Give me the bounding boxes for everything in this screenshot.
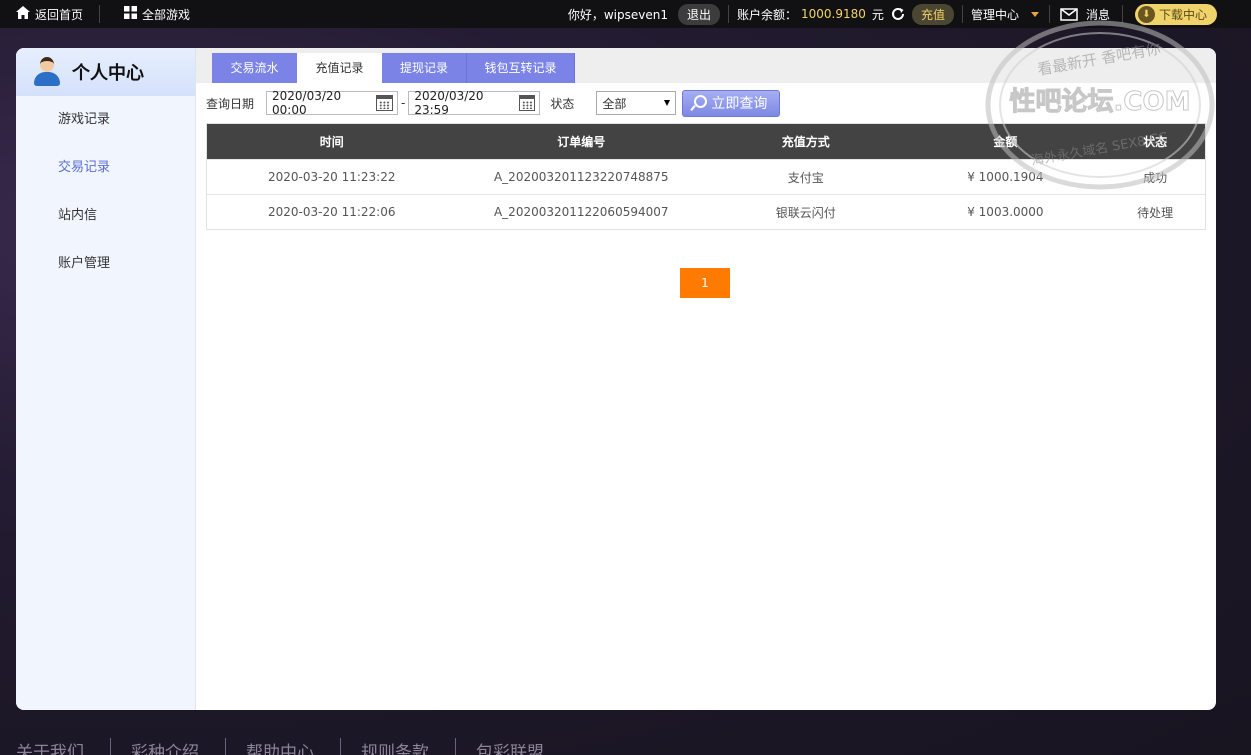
cell-order-id: A_202003201122060594007 <box>493 205 669 219</box>
footer-link[interactable]: 规则条款 <box>361 738 456 755</box>
col-header-time: 时间 <box>319 135 344 149</box>
download-center-button[interactable]: ⬇ 下载中心 <box>1134 3 1217 25</box>
content-area: 交易流水 充值记录 提现记录 钱包互转记录 查询日期 2020/03/20 00… <box>196 48 1216 710</box>
status-label: 状态 <box>550 96 575 111</box>
greeting: 你好，wipseven1 <box>567 7 668 22</box>
cell-time: 2020-03-20 11:23:22 <box>268 170 396 184</box>
footer-link[interactable]: 彩种介绍 <box>131 738 226 755</box>
cell-amount: ¥ 1003.0000 <box>967 205 1044 219</box>
sidebar-item-transaction-records[interactable]: 交易记录 <box>16 144 195 192</box>
calendar-icon[interactable] <box>376 95 394 111</box>
end-date-field[interactable]: 2020/03/20 23:59 <box>408 89 541 117</box>
cell-status: 成功 <box>1143 170 1168 185</box>
cell-order-id: A_20200320112322074887­5 <box>493 170 669 184</box>
balance-value: 1000.9180 <box>801 7 866 21</box>
query-button-label: 立即查询 <box>711 96 768 112</box>
currency-label: 元 <box>871 7 884 22</box>
chevron-down-icon[interactable] <box>1030 11 1039 17</box>
tab-wallet-transfer-records[interactable]: 钱包互转记录 <box>467 53 575 83</box>
cell-method: 支付宝 <box>787 170 824 185</box>
recharge-button[interactable]: 充值 <box>911 3 954 25</box>
table-row: 2020-03-20 11:23:22 A_202003201123220748… <box>207 159 1205 194</box>
sidebar-item-account-management[interactable]: 账户管理 <box>16 240 195 288</box>
grid-icon <box>124 6 138 22</box>
cell-status: 待处理 <box>1137 205 1174 220</box>
user-avatar-icon <box>34 57 60 87</box>
tab-transaction-flow[interactable]: 交易流水 <box>212 53 298 83</box>
query-button[interactable]: 立即查询 <box>682 89 781 117</box>
tab-withdraw-records[interactable]: 提现记录 <box>382 53 467 83</box>
table-header: 时间 订单编号 充值方式 金额 状态 <box>207 124 1205 159</box>
download-icon: ⬇ <box>1137 5 1155 23</box>
sidebar-title: 个人中心 <box>72 63 144 84</box>
footer-link[interactable]: 帮助中心 <box>246 738 341 755</box>
search-icon <box>691 95 708 111</box>
col-header-status: 状态 <box>1143 135 1168 149</box>
logout-button[interactable]: 退出 <box>677 3 720 25</box>
col-header-method: 充值方式 <box>781 135 830 149</box>
footer-link[interactable]: 关于我们 <box>16 738 111 755</box>
pagination-page-1[interactable]: 1 <box>680 268 730 298</box>
status-select-value: 全部 <box>602 96 627 111</box>
status-select[interactable]: 全部 <box>596 91 677 115</box>
home-link[interactable]: 返回首页 <box>16 0 83 28</box>
end-date-value: 2020/03/20 23:59 <box>414 89 484 117</box>
sidebar-item-game-records[interactable]: 游戏记录 <box>16 96 195 144</box>
divider <box>1121 5 1123 23</box>
sidebar-header: 个人中心 <box>16 48 195 96</box>
messages-link[interactable]: 消息 <box>1086 6 1110 23</box>
sidebar: 个人中心 游戏记录 交易记录 站内信 账户管理 <box>16 48 196 710</box>
start-date-field[interactable]: 2020/03/20 00:00 <box>266 89 399 117</box>
cell-amount: ¥ 1000.1904 <box>967 170 1044 184</box>
col-header-amount: 金额 <box>993 135 1018 149</box>
tab-recharge-records[interactable]: 充值记录 <box>297 53 383 83</box>
top-bar: 返回首页 全部游戏 你好，wipseven1 退出 账户余额： 1000.918… <box>0 0 1251 28</box>
sidebar-item-inbox[interactable]: 站内信 <box>16 192 195 240</box>
balance-label: 账户余额： <box>737 7 798 22</box>
home-icon <box>16 6 30 22</box>
download-label: 下载中心 <box>1158 7 1207 22</box>
divider <box>1048 5 1050 23</box>
home-label: 返回首页 <box>35 7 84 22</box>
date-label: 查询日期 <box>206 96 255 111</box>
divider <box>728 5 729 23</box>
divider <box>99 5 101 23</box>
footer-link[interactable]: 包彩联盟 <box>476 738 570 755</box>
start-date-value: 2020/03/20 00:00 <box>272 89 342 117</box>
filter-bar: 查询日期 2020/03/20 00:00 - 2020/03/20 23:59… <box>206 89 781 117</box>
admin-center-link[interactable]: 管理中心 <box>971 6 1019 23</box>
mail-icon[interactable] <box>1060 7 1078 21</box>
cell-method: 银联云闪付 <box>775 205 836 220</box>
footer-links: 关于我们 彩种介绍 帮助中心 规则条款 包彩联盟 <box>16 738 590 755</box>
table-row: 2020-03-20 11:22:06 A_202003201122060594… <box>207 194 1205 229</box>
main-panel: 个人中心 游戏记录 交易记录 站内信 账户管理 交易流水 充值记录 提现记录 钱… <box>16 48 1216 710</box>
calendar-icon[interactable] <box>518 95 536 111</box>
tab-bar: 交易流水 充值记录 提现记录 钱包互转记录 <box>196 48 1216 83</box>
date-separator: - <box>401 96 406 110</box>
dropdown-arrow-icon <box>664 100 671 106</box>
all-games-link[interactable]: 全部游戏 <box>124 0 190 28</box>
cell-time: 2020-03-20 11:22:06 <box>268 205 396 219</box>
all-games-label: 全部游戏 <box>142 7 191 22</box>
divider <box>961 5 963 23</box>
records-table: 时间 订单编号 充值方式 金额 状态 2020-03-20 11:23:22 A… <box>206 123 1206 230</box>
refresh-icon[interactable] <box>890 6 906 22</box>
col-header-order-id: 订单编号 <box>557 135 606 149</box>
